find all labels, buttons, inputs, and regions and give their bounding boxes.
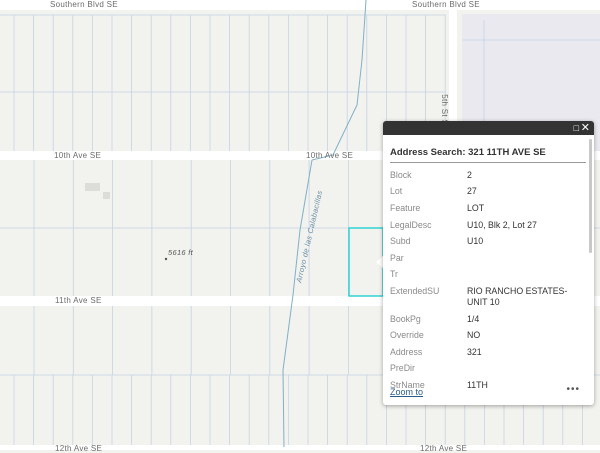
attribute-value: 11TH	[467, 379, 488, 389]
attribute-label: PreDir	[390, 363, 415, 374]
road-label-southern-blvd: Southern Blvd SE	[50, 0, 118, 9]
attribute-label: BookPg	[390, 313, 421, 324]
attribute-row: PreDir	[390, 361, 580, 378]
road-label-10th-ave: 10th Ave SE	[54, 151, 102, 160]
attribute-label: Override	[390, 330, 424, 341]
attribute-value: U10, Blk 2, Lot 27	[467, 219, 537, 230]
attribute-value: RIO RANCHO ESTATES-UNIT 10	[467, 285, 568, 307]
arroyo-line	[282, 0, 367, 448]
road-label-southern-blvd: Southern Blvd SE	[412, 0, 480, 9]
attribute-row: Feature LOT	[390, 200, 580, 217]
road-label-12th-ave: 12th Ave SE	[55, 444, 103, 453]
attribute-row: Block 2	[390, 167, 580, 184]
attribute-value	[467, 253, 580, 264]
attribute-value: 27	[467, 186, 477, 197]
elevation-label: 5616 ft	[168, 248, 194, 257]
more-actions-button[interactable]: •••	[566, 384, 580, 395]
attribute-value: NO	[467, 330, 481, 341]
zoom-to-link[interactable]: Zoom to	[390, 387, 423, 397]
popup-header: □ ✕	[383, 121, 594, 135]
divider	[390, 162, 586, 163]
attribute-row: Lot 27	[390, 184, 580, 201]
road-label-10th-ave: 10th Ave SE	[306, 151, 354, 160]
attribute-label: Block	[390, 169, 412, 180]
attribute-label: Address	[390, 346, 423, 357]
building	[85, 183, 100, 191]
scrollbar[interactable]	[589, 139, 592, 253]
attribute-row: LegalDesc U10, Blk 2, Lot 27	[390, 217, 580, 234]
attribute-row: Override NO	[390, 327, 580, 344]
close-icon[interactable]: ✕	[581, 122, 590, 134]
attribute-row: Subd U10	[390, 233, 580, 250]
elevation-point	[164, 257, 168, 261]
attribute-label: Lot	[390, 186, 403, 197]
attribute-label: Subd	[390, 236, 411, 247]
address-popup: □ ✕ Address Search: 321 11TH AVE SE Bloc…	[383, 121, 594, 405]
attribute-value: 1/4	[467, 313, 480, 324]
attribute-value: 321	[467, 346, 482, 357]
popup-title: Address Search: 321 11TH AVE SE	[390, 147, 546, 158]
building	[103, 192, 110, 199]
attribute-value	[467, 363, 580, 374]
road-label-12th-ave: 12th Ave SE	[420, 444, 468, 453]
attribute-label: ExtendedSU	[390, 285, 440, 296]
attribute-label: Tr	[390, 269, 398, 280]
attribute-value: LOT	[467, 202, 485, 213]
attribute-row: ExtendedSU RIO RANCHO ESTATES-UNIT 10	[390, 283, 580, 311]
maximize-icon[interactable]: □	[574, 122, 579, 134]
attribute-value: U10	[467, 236, 484, 247]
attribute-value: 2	[467, 169, 472, 180]
attribute-row: BookPg 1/4	[390, 311, 580, 328]
attribute-list: Block 2 Lot 27 Feature LOT LegalDesc U10, Blk 2…	[390, 167, 580, 389]
attribute-value	[467, 269, 580, 280]
road-label-11th-ave: 11th Ave SE	[55, 296, 102, 305]
attribute-row: Address 321	[390, 344, 580, 361]
attribute-row: Tr	[390, 267, 580, 284]
attribute-row: Par	[390, 250, 580, 267]
attribute-label: LegalDesc	[390, 219, 432, 230]
attribute-label: Feature	[390, 202, 421, 213]
attribute-label: Par	[390, 252, 404, 263]
